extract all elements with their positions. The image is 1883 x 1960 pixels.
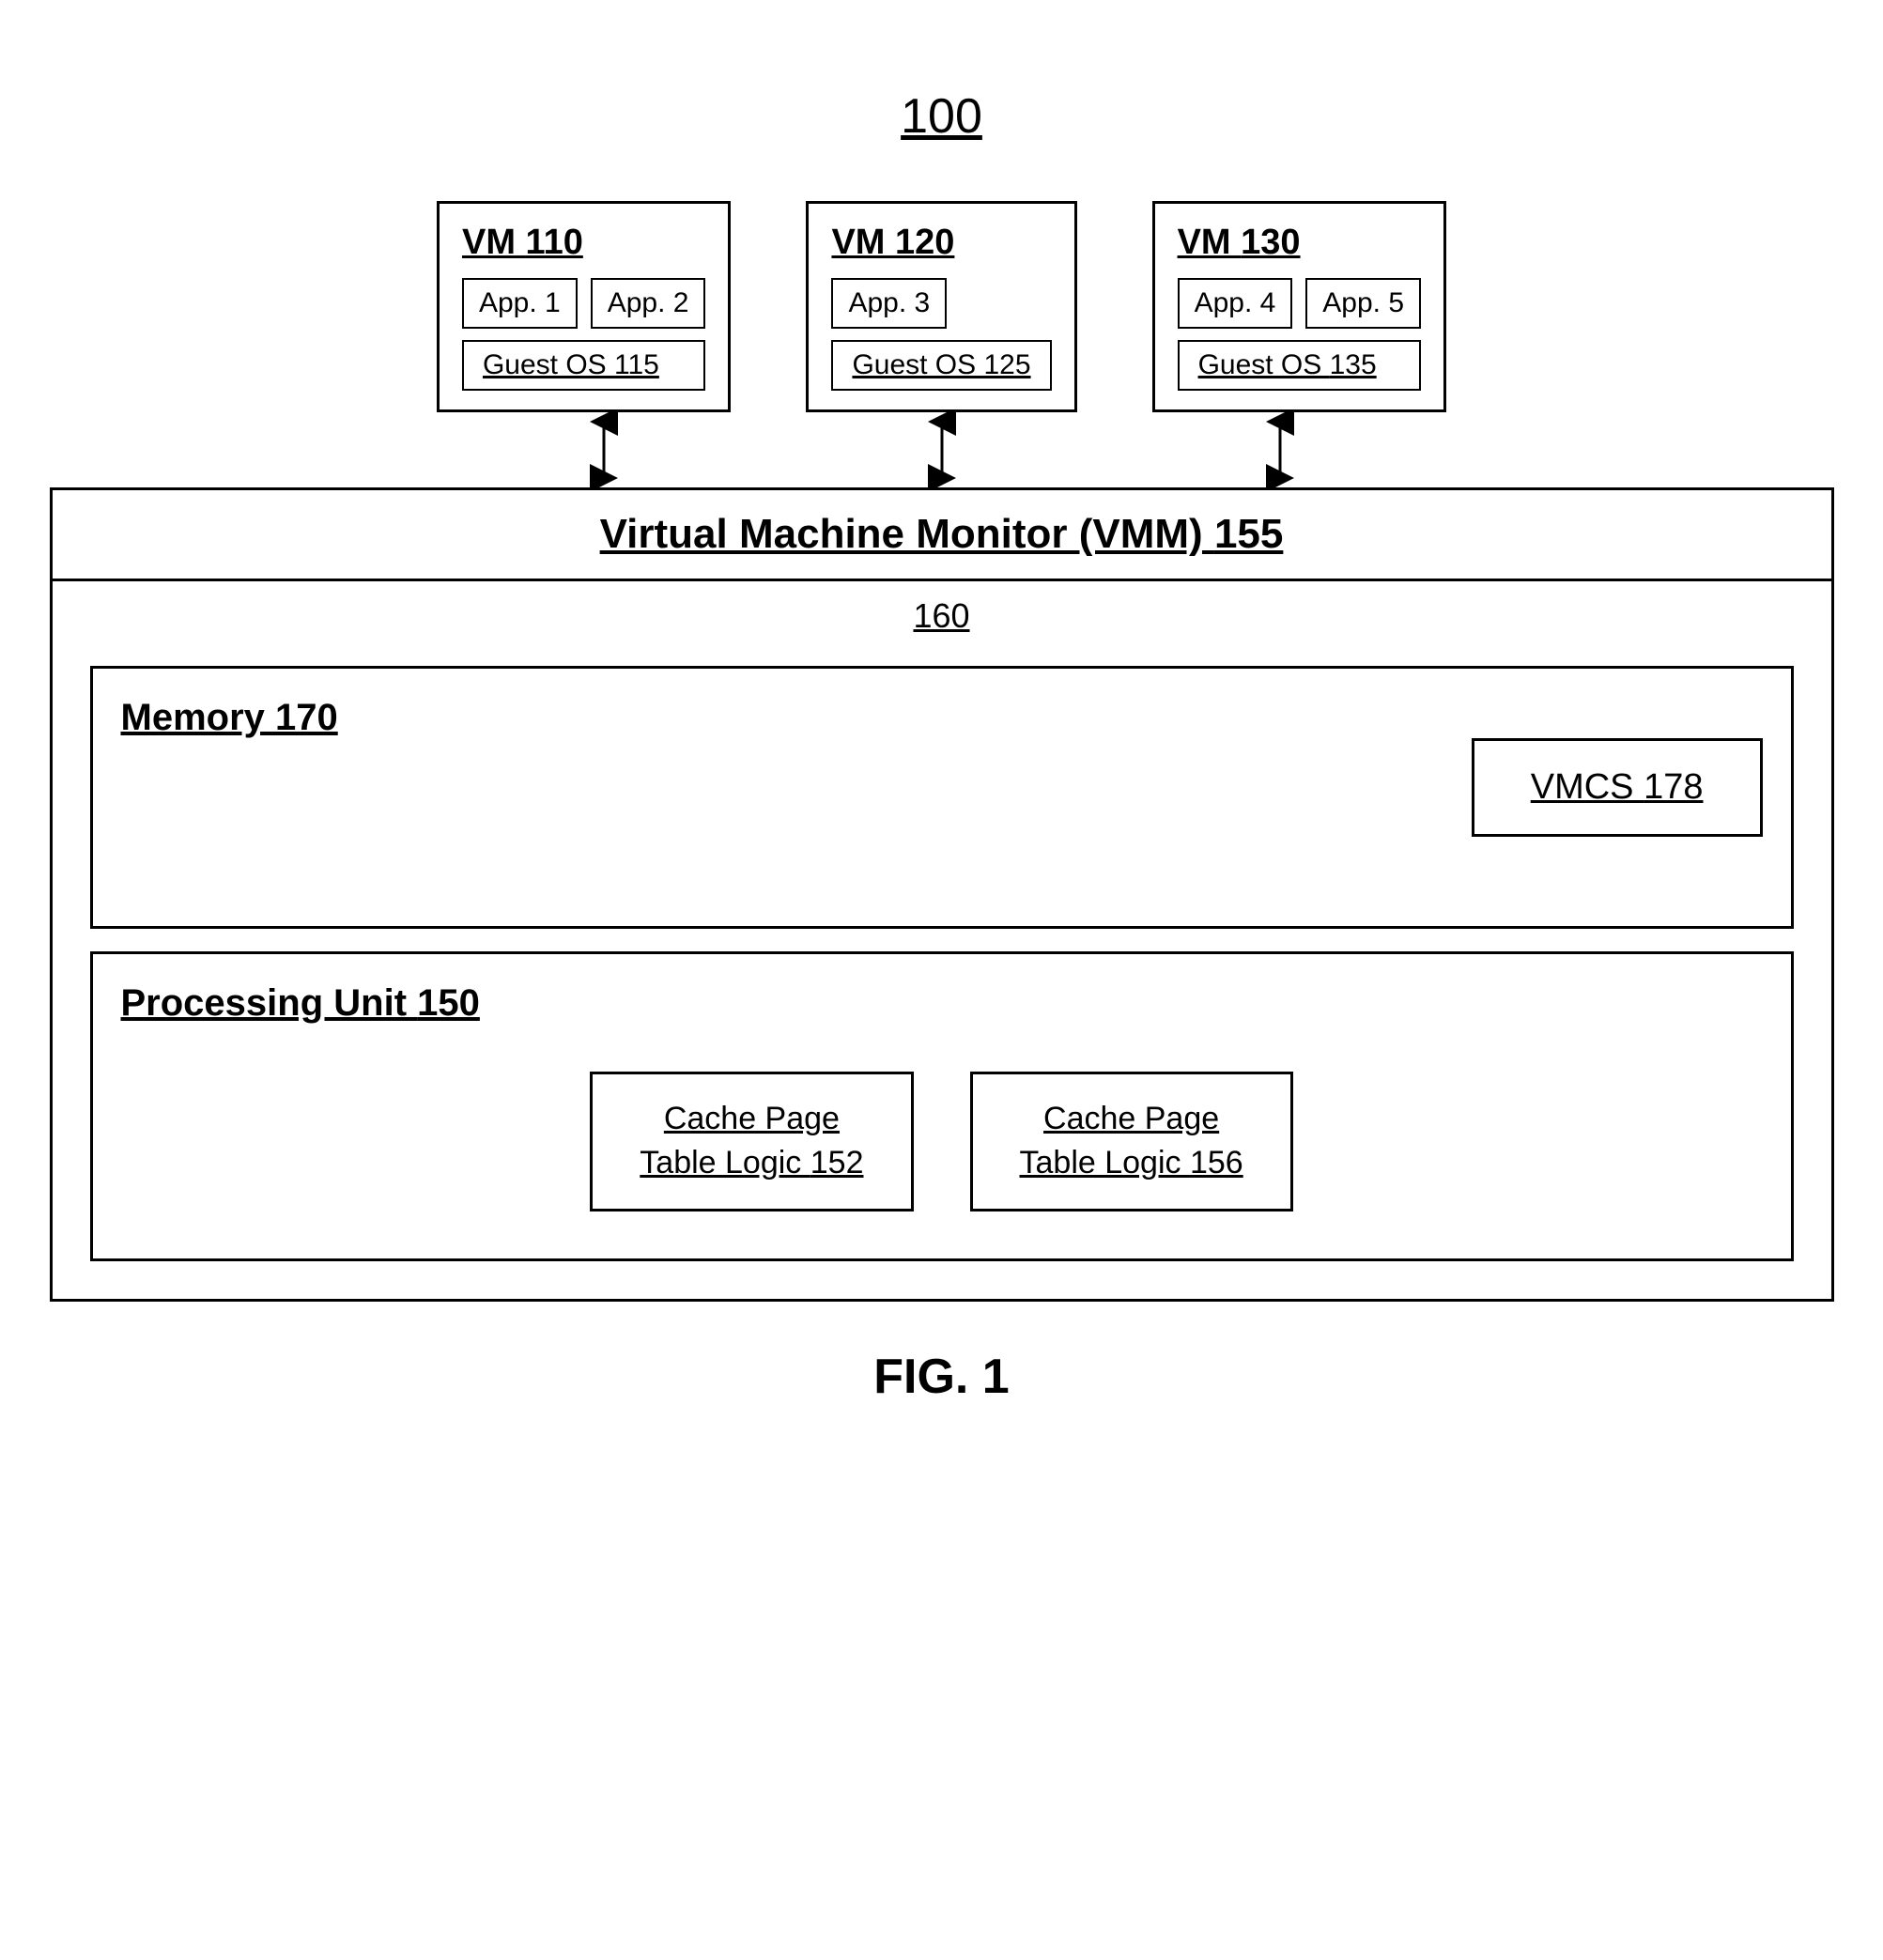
vm-130-app5: App. 5 — [1305, 278, 1421, 329]
memory-title: Memory 170 — [121, 697, 338, 739]
diagram-page: 100 VM 110 App. 1 App. 2 Guest OS 115 VM… — [50, 51, 1834, 1910]
vmcs-box: VMCS 178 — [1472, 738, 1763, 837]
vm-120-app3: App. 3 — [831, 278, 947, 329]
hardware-section: 160 Memory 170 VMCS 178 Processing Unit … — [53, 581, 1831, 1299]
memory-box: Memory 170 VMCS 178 — [90, 666, 1794, 929]
vm-130-title: VM 130 — [1178, 223, 1301, 263]
arrow-vm110 — [472, 412, 735, 487]
processing-box: Processing Unit 150 Cache Page Table Log… — [90, 951, 1794, 1261]
vmm-outer-box: Virtual Machine Monitor (VMM) 155 160 Me… — [50, 487, 1834, 1302]
vm-110-apps: App. 1 App. 2 — [462, 278, 705, 329]
vm-130-box: VM 130 App. 4 App. 5 Guest OS 135 — [1152, 201, 1446, 412]
arrow-vm130 — [1149, 412, 1412, 487]
arrow-vm120 — [810, 412, 1073, 487]
arrows-area — [50, 412, 1834, 487]
vm-110-app1: App. 1 — [462, 278, 578, 329]
fig-label: FIG. 1 — [873, 1349, 1009, 1405]
vm-130-apps: App. 4 App. 5 — [1178, 278, 1421, 329]
cache-row: Cache Page Table Logic 152 Cache Page Ta… — [121, 1072, 1763, 1211]
vm-120-apps: App. 3 — [831, 278, 947, 329]
vm-130-app4: App. 4 — [1178, 278, 1293, 329]
vm-120-guest-os: Guest OS 125 — [831, 340, 1051, 391]
vm-120-box: VM 120 App. 3 Guest OS 125 — [806, 201, 1076, 412]
vm-130-guest-os: Guest OS 135 — [1178, 340, 1421, 391]
cache-box-156: Cache Page Table Logic 156 — [970, 1072, 1293, 1211]
vm-110-title: VM 110 — [462, 223, 583, 263]
vmm-header: Virtual Machine Monitor (VMM) 155 — [53, 490, 1831, 581]
vm-110-app2: App. 2 — [591, 278, 706, 329]
vm-120-title: VM 120 — [831, 223, 954, 263]
top-label: 100 — [901, 88, 982, 145]
cache-box-152: Cache Page Table Logic 152 — [590, 1072, 913, 1211]
processing-title: Processing Unit 150 — [121, 982, 1763, 1025]
vms-row: VM 110 App. 1 App. 2 Guest OS 115 VM 120… — [437, 201, 1446, 412]
vm-110-guest-os: Guest OS 115 — [462, 340, 705, 391]
vm-110-box: VM 110 App. 1 App. 2 Guest OS 115 — [437, 201, 731, 412]
hardware-label: 160 — [913, 596, 969, 636]
